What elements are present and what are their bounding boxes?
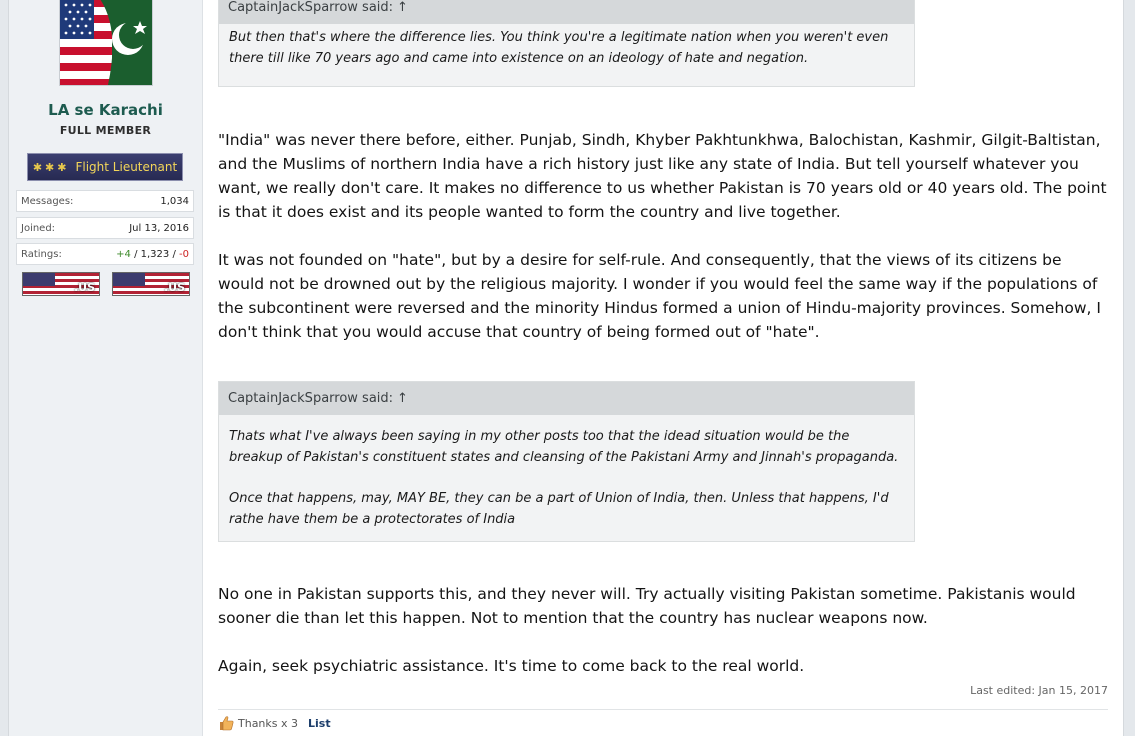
- stat-ratings: Ratings: +4 / 1,323 / -0: [16, 243, 194, 265]
- quote-jump-arrow-icon[interactable]: ↑: [397, 0, 408, 15]
- user-avatar[interactable]: [59, 0, 153, 86]
- thumbs-up-icon: [220, 716, 234, 731]
- user-panel: LA se Karachi FULL MEMBER ✱✱✱ Flight Lie…: [9, 0, 203, 736]
- quote-paragraph: Once that happens, may, MAY BE, they can…: [229, 491, 889, 527]
- thanks-count: Thanks x 3: [238, 716, 299, 730]
- username[interactable]: LA se Karachi: [9, 101, 202, 119]
- rank-badge: ✱✱✱ Flight Lieutenant: [27, 153, 183, 181]
- avatar-image: [60, 0, 152, 85]
- likes-summary: Thanks x 3 List: [218, 712, 331, 734]
- likes-list-link[interactable]: List: [308, 717, 331, 730]
- stat-messages-value: 1,034: [160, 195, 189, 207]
- message-paragraph: Again, seek psychiatric assistance. It's…: [218, 657, 805, 675]
- ratings-total: 1,323: [140, 248, 170, 260]
- last-edited: Last edited: Jan 15, 2017: [970, 684, 1108, 697]
- quote-jump-arrow-icon[interactable]: ↑: [397, 391, 408, 406]
- quote-header: CaptainJackSparrow said: ↑: [219, 382, 914, 415]
- ratings-positive: +4: [116, 248, 131, 260]
- quote-block: CaptainJackSparrow said: ↑ Thats what I'…: [218, 381, 915, 542]
- ratings-negative: -0: [179, 248, 189, 260]
- message-paragraph: "India" was never there before, either. …: [218, 131, 1107, 221]
- quote-paragraph: Thats what I've always been saying in my…: [229, 429, 899, 465]
- stat-joined-label: Joined:: [21, 222, 56, 234]
- quote-text: Thats what I've always been saying in my…: [219, 415, 914, 530]
- quote-author[interactable]: CaptainJackSparrow said:: [228, 0, 393, 15]
- flag-tld: .US: [73, 281, 95, 294]
- rank-label: Flight Lieutenant: [75, 160, 178, 174]
- rank-stars-icon: ✱✱✱: [32, 160, 70, 174]
- quote-block: CaptainJackSparrow said: ↑ But then that…: [218, 0, 915, 87]
- stat-messages: Messages: 1,034: [16, 190, 194, 212]
- message-paragraph: No one in Pakistan supports this, and th…: [218, 585, 1076, 627]
- stat-joined-value: Jul 13, 2016: [129, 222, 189, 234]
- quote-text: But then that's where the difference lie…: [229, 30, 889, 66]
- stat-ratings-label: Ratings:: [21, 248, 62, 260]
- message-paragraph: It was not founded on "hate", but by a d…: [218, 251, 1101, 341]
- flag-us-badge: .US: [22, 272, 100, 296]
- post-container: LA se Karachi FULL MEMBER ✱✱✱ Flight Lie…: [8, 0, 1124, 736]
- user-title: FULL MEMBER: [59, 124, 152, 137]
- quote-header: CaptainJackSparrow said: ↑: [219, 0, 914, 24]
- flag-us-badge: .US: [112, 272, 190, 296]
- stat-ratings-value[interactable]: +4 / 1,323 / -0: [116, 249, 189, 260]
- stat-joined: Joined: Jul 13, 2016: [16, 217, 194, 239]
- stat-messages-label: Messages:: [21, 195, 74, 207]
- quote-author[interactable]: CaptainJackSparrow said:: [228, 391, 393, 406]
- flag-tld: .US: [163, 281, 185, 294]
- divider: [218, 709, 1108, 710]
